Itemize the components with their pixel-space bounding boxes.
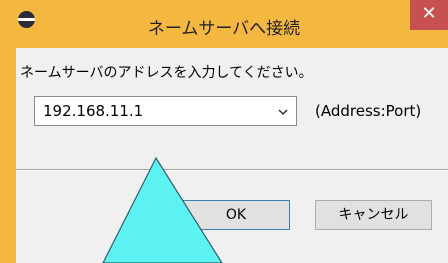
dialog-body: ネームサーバのアドレスを入力してください。 192.168.11.1 (Addr… (16, 48, 448, 263)
dialog-window: ネームサーバへ接続 ✕ ネームサーバのアドレスを入力してください。 192.16… (0, 0, 448, 263)
cancel-button[interactable]: キャンセル (315, 200, 432, 230)
close-button[interactable]: ✕ (410, 0, 448, 30)
address-value: 192.168.11.1 (43, 102, 144, 120)
prompt-label: ネームサーバのアドレスを入力してください。 (20, 65, 313, 81)
address-format-hint: (Address:Port) (315, 102, 422, 120)
window-title: ネームサーバへ接続 (147, 19, 301, 39)
ok-button[interactable]: OK (182, 200, 290, 230)
title-bar[interactable]: ネームサーバへ接続 ✕ (0, 0, 448, 48)
divider-highlight (16, 170, 448, 171)
address-combobox[interactable]: 192.168.11.1 (34, 96, 297, 126)
chevron-down-icon[interactable] (278, 108, 288, 116)
